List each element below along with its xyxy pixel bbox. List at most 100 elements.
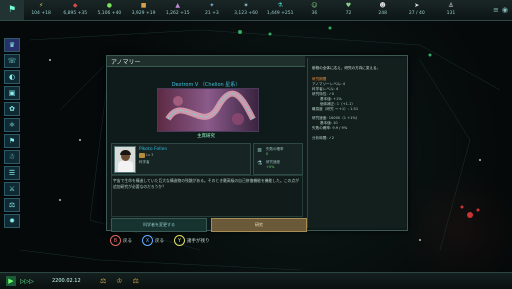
left-outliner-bar: ♛ ☏ ◐ ▣ ✿ ⚛ ⚑ ☃ ☰ ⚔ ⚖ ✹ — [4, 38, 20, 228]
resource-research[interactable]: ⚗ 1,449 +251 — [263, 2, 297, 18]
resource-alloys[interactable]: ▲ 1,262 +15 — [161, 2, 195, 18]
bottom-icons: ⚖ ♔ ⚖ — [100, 277, 139, 285]
anomaly-main-pane: Dextrom V （Chelion 星系） 主席研究 Pikoto Felle… — [107, 67, 307, 232]
resource-value: 248 — [378, 11, 387, 16]
military-icon[interactable]: ⚔ — [4, 182, 20, 196]
notification-icon[interactable]: ◉ — [502, 6, 508, 14]
situation-icon[interactable]: ▣ — [4, 86, 20, 100]
anomaly-banner-image — [157, 88, 259, 132]
resource-value: 1,449 +251 — [266, 11, 294, 16]
policies-icon[interactable]: ☰ — [4, 166, 20, 180]
resource-value: 104 +18 — [31, 11, 51, 16]
unity-icon: ✶ — [243, 2, 249, 9]
scale-icon[interactable]: ⚖ — [100, 277, 106, 285]
government-icon[interactable]: ♛ — [4, 38, 20, 52]
resource-value: 131 — [446, 11, 456, 16]
stability-icon: ♥ — [345, 2, 352, 9]
dialog-header: アノマリー — [107, 56, 305, 67]
pops-icon: ☻ — [379, 2, 386, 9]
research-speed-stat: 研究速度 +0% — [266, 160, 280, 169]
b-button-icon: B — [110, 235, 121, 246]
leader-level: Lv 3 — [146, 153, 154, 157]
consumer-goods-icon: ■ — [140, 2, 147, 9]
details-line: 研究特性: ✓0 — [312, 92, 335, 96]
resource-fleet[interactable]: ➤ 27 / 40 — [400, 2, 434, 18]
y-button-icon: Y — [174, 235, 185, 246]
anomaly-stats-card: ≣ 失敗の確率 0 ⚗ 研究速度 +0% — [253, 143, 303, 175]
factions-icon[interactable]: ⚑ — [4, 134, 20, 148]
energy-icon: ⚡ — [38, 2, 44, 9]
crown-icon[interactable]: ♔ — [116, 277, 122, 285]
hint-y[interactable]: Y 諸手が残り — [174, 235, 210, 246]
leader-name: Pikoto Fellen — [139, 147, 168, 152]
food-icon: ● — [106, 2, 113, 9]
resource-consumer-goods[interactable]: ■ 3,929 +19 — [126, 2, 160, 18]
hint-x[interactable]: X 戻る — [142, 235, 164, 246]
dialog-title: アノマリー — [111, 59, 141, 66]
controller-hints: B 戻る X 戻る Y 諸手が残り — [110, 235, 210, 246]
planets-icon[interactable]: ◐ — [4, 70, 20, 84]
leader-rank-icon — [139, 153, 145, 158]
change-scientist-button[interactable]: 科学者を変更する — [111, 218, 207, 232]
anomaly-dialog: アノマリー Dextrom V （Chelion 星系） 主席研究 Pikoto… — [106, 55, 408, 232]
resource-value: 21 +3 — [204, 11, 219, 16]
resource-stability[interactable]: ♥ 72 — [331, 2, 365, 18]
resource-minerals[interactable]: ◆ 6,895 +35 — [58, 2, 92, 18]
edicts-icon[interactable]: ✹ — [4, 214, 20, 228]
resource-influence[interactable]: ✦ 21 +3 — [195, 2, 229, 18]
resource-value: 5,106 +40 — [97, 11, 122, 16]
resource-pops[interactable]: ☻ 248 — [366, 2, 400, 18]
alloys-icon: ▲ — [175, 2, 181, 9]
hint-b[interactable]: B 戻る — [110, 235, 132, 246]
game-date: 2200.02.12 — [52, 278, 81, 284]
resource-food[interactable]: ● 5,106 +40 — [92, 2, 126, 18]
resource-energy[interactable]: ⚡ 104 +18 — [24, 2, 58, 18]
resource-value: 1,262 +15 — [165, 11, 190, 16]
amenities-icon: ☺ — [311, 2, 318, 9]
technology-icon[interactable]: ⚛ — [4, 118, 20, 132]
details-line: 研究速度: 10000（1 +1%） — [312, 116, 360, 120]
menu-icon[interactable]: ≡ — [493, 6, 499, 14]
resource-value: 36 — [311, 11, 318, 16]
research-icon: ⚗ — [277, 2, 283, 9]
anomaly-subject: Dextrom V （Chelion 星系） — [171, 82, 241, 88]
contacts-icon[interactable]: ☏ — [4, 54, 20, 68]
details-line: 失敗の確率: 9.9 / 9% — [312, 126, 348, 130]
play-icon[interactable]: ▶ — [6, 276, 16, 286]
resource-unity[interactable]: ✶ 3,123 +60 — [229, 2, 263, 18]
details-line: 科学者レベル: 4 — [312, 87, 339, 91]
flask-icon: ⚗ — [257, 160, 263, 167]
hint-label: 戻る — [155, 238, 164, 244]
influence-icon: ✦ — [209, 2, 215, 9]
details-line: 基本値: +1% — [320, 97, 342, 101]
naval-cap-icon: ⚓ — [448, 2, 454, 9]
stack-icon: ≣ — [257, 147, 263, 154]
leader-class: 科学者 — [139, 160, 150, 164]
research-button[interactable]: 研究 — [211, 218, 307, 232]
galactic-market-icon[interactable]: ⚖ — [4, 198, 20, 212]
fail-chance-stat: 失敗の確率 0 — [266, 147, 284, 156]
lead-researcher-label: 主席研究 — [197, 134, 215, 139]
anomaly-details-pane: 射程の全体に応え、研究の方向に変える。 研究期間 アノマリーレベル: 4 科学者… — [307, 58, 406, 228]
hint-label: 戻る — [123, 238, 132, 244]
leader-portrait[interactable] — [114, 146, 136, 173]
scale-icon[interactable]: ⚖ — [133, 277, 139, 285]
game-speed[interactable]: ▷▷▷ — [20, 278, 34, 285]
details-line: 難易度（研究 → +1）: 1.51 — [312, 107, 359, 111]
top-right-controls: ≡ ◉ — [468, 6, 512, 14]
leader-card[interactable]: Pikoto Fellen Lv 3 科学者 — [111, 143, 251, 175]
anomaly-description: 宇宙で生命を構造していた巨大な構造物の残骸がある。そのとき最高級の自己修復機能を… — [113, 178, 299, 189]
species-icon[interactable]: ☃ — [4, 150, 20, 164]
details-intro: 射程の全体に応え、研究の方向に変える。 — [312, 66, 381, 70]
resource-value: 6,895 +35 — [63, 11, 88, 16]
details-line: 分析時間: ✓2 — [312, 136, 335, 140]
empire-flag-icon[interactable]: ⚑ — [0, 0, 24, 20]
minerals-icon: ◆ — [72, 2, 78, 9]
resource-value: 27 / 40 — [408, 11, 425, 16]
resource-amenities[interactable]: ☺ 36 — [297, 2, 331, 18]
details-line: 個体補正: 1（+1.1） — [320, 102, 355, 106]
details-line: アノマリーレベル: 4 — [312, 82, 346, 86]
resource-value: 3,123 +60 — [234, 11, 258, 16]
resource-naval-cap[interactable]: ⚓ 131 — [434, 2, 468, 18]
traditions-icon[interactable]: ✿ — [4, 102, 20, 116]
